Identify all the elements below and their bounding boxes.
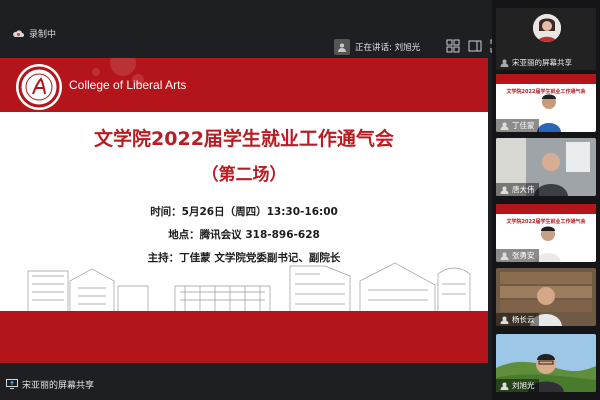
decor-bubble bbox=[110, 58, 136, 76]
participant-name-bar: 杨长云 bbox=[496, 313, 539, 326]
shared-slide: College of Liberal Arts 文学院2022届学生就业工作通气… bbox=[0, 58, 488, 363]
avatar bbox=[533, 14, 561, 42]
participant-rail: 宋亚丽的屏幕共享 文学院2022届学生就业工作通气会 丁佳蒙 唐大伟 文学院20… bbox=[492, 0, 600, 400]
college-name: College of Liberal Arts bbox=[69, 78, 187, 92]
campus-sketch-illustration bbox=[0, 262, 488, 313]
speaker-avatar bbox=[334, 39, 350, 55]
cloud-record-icon bbox=[13, 30, 24, 37]
video-person bbox=[536, 92, 562, 132]
slide-title: 文学院2022届学生就业工作通气会 bbox=[94, 128, 394, 150]
person-icon bbox=[500, 252, 509, 260]
college-logo bbox=[16, 64, 62, 110]
screen-share-label: 宋亚丽的屏幕共享 bbox=[22, 380, 95, 391]
participant-tile[interactable]: 杨长云 bbox=[496, 268, 596, 326]
person-icon bbox=[500, 316, 509, 324]
grid-view-icon[interactable] bbox=[446, 38, 460, 53]
participant-tile[interactable]: 文学院2022届学生就业工作通气会 张勇安 bbox=[496, 204, 596, 262]
participant-name: 杨长云 bbox=[512, 315, 535, 324]
person-icon bbox=[500, 186, 509, 194]
recording-indicator[interactable]: 录制中 bbox=[12, 27, 56, 40]
layout-view-icon[interactable] bbox=[468, 38, 482, 52]
person-icon bbox=[500, 122, 509, 130]
slide-footer bbox=[0, 311, 488, 363]
speaking-label: 正在讲话: 刘旭光 bbox=[355, 43, 421, 53]
participant-tile[interactable]: 唐大伟 bbox=[496, 138, 596, 196]
participant-name-bar: 刘旭光 bbox=[496, 379, 539, 392]
screen-share-icon bbox=[6, 379, 18, 389]
participant-name: 唐大伟 bbox=[512, 185, 535, 194]
participant-name-bar: 唐大伟 bbox=[496, 183, 539, 196]
participant-name: 张勇安 bbox=[512, 251, 535, 260]
decor-bubble bbox=[92, 68, 100, 76]
slide-subtitle: （第二场） bbox=[201, 165, 287, 185]
participant-name: 宋亚丽的屏幕共享 bbox=[512, 58, 572, 67]
meeting-window: 录制中 正在讲话: 刘旭光 College of Liberal Arts 文学… bbox=[0, 0, 600, 400]
participant-name: 丁佳蒙 bbox=[512, 121, 535, 130]
participant-tile[interactable]: 宋亚丽的屏幕共享 bbox=[496, 8, 596, 70]
participant-tile[interactable]: 刘旭光 bbox=[496, 334, 596, 392]
person-icon bbox=[500, 59, 509, 67]
person-icon bbox=[338, 43, 346, 52]
participant-name-bar: 张勇安 bbox=[496, 249, 539, 262]
time-line: 时间：5月26日（周四）13:30-16:00 bbox=[150, 206, 338, 218]
participant-name-bar: 丁佳蒙 bbox=[496, 119, 539, 132]
participant-name-bar: 宋亚丽的屏幕共享 bbox=[496, 56, 576, 69]
slide-header: College of Liberal Arts bbox=[0, 58, 488, 112]
recording-label: 录制中 bbox=[29, 30, 57, 40]
participant-tile[interactable]: 文学院2022届学生就业工作通气会 丁佳蒙 bbox=[496, 74, 596, 132]
participant-name: 刘旭光 bbox=[512, 381, 535, 390]
person-icon bbox=[500, 382, 509, 390]
screen-share-bar: 宋亚丽的屏幕共享 bbox=[0, 368, 488, 400]
